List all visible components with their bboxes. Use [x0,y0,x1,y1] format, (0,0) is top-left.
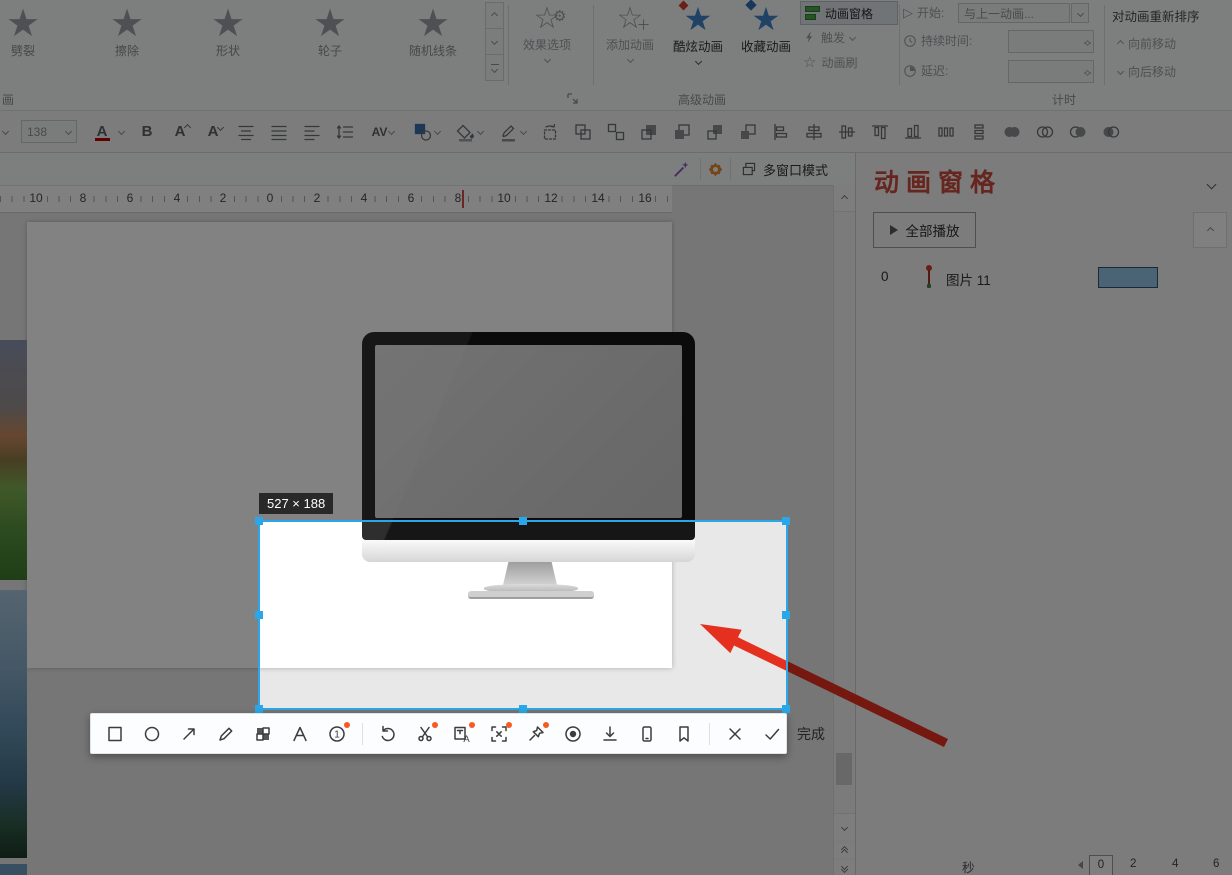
bookmark-button[interactable] [672,722,696,746]
toolbar-separator [362,723,363,745]
toolbar-separator [709,723,710,745]
new-feature-badge [344,722,350,728]
step-number-tool-button[interactable]: 1 [325,722,349,746]
selection-size-label: 527 × 188 [259,493,333,514]
done-button[interactable]: 完成 [797,724,825,744]
new-feature-badge [432,722,438,728]
screenshot-toolbar: 1 A 完成 [90,713,787,754]
svg-text:1: 1 [334,729,340,740]
confirm-check-icon[interactable] [760,722,784,746]
ellipse-tool-button[interactable] [140,722,164,746]
download-save-button[interactable] [598,722,622,746]
translate-button[interactable]: A [450,722,474,746]
dim-overlay-right [786,521,1232,709]
undo-button[interactable] [376,722,400,746]
pencil-tool-button[interactable] [214,722,238,746]
new-feature-badge [469,722,475,728]
svg-text:A: A [463,734,470,744]
rectangle-tool-button[interactable] [103,722,127,746]
application-window: ★ 劈裂 ★ 擦除 ★ 形状 ★ 轮子 ★ 随机线条 ☆⚙ 效果选项 [0,0,1232,875]
mosaic-tool-button[interactable] [251,722,275,746]
dim-overlay-top [0,0,1232,521]
capture-selection-region[interactable] [258,520,788,710]
selection-handle-top-left[interactable] [255,517,263,525]
send-to-phone-button[interactable] [635,722,659,746]
selection-handle-middle-right[interactable] [782,611,790,619]
ocr-recognize-button[interactable] [487,722,511,746]
cancel-capture-button[interactable] [723,722,747,746]
selection-handle-bottom-left[interactable] [255,705,263,713]
selection-handle-middle-left[interactable] [255,611,263,619]
text-tool-button[interactable] [288,722,312,746]
record-button[interactable] [561,722,585,746]
dim-overlay-left [0,521,259,709]
selection-handle-bottom-right[interactable] [782,705,790,713]
pin-button[interactable] [524,722,548,746]
selection-handle-bottom-middle[interactable] [519,705,527,713]
new-feature-badge [506,722,512,728]
selection-handle-top-middle[interactable] [519,517,527,525]
selection-handle-top-right[interactable] [782,517,790,525]
arrow-tool-button[interactable] [177,722,201,746]
new-feature-badge [543,722,549,728]
screen-clip-button[interactable] [413,722,437,746]
